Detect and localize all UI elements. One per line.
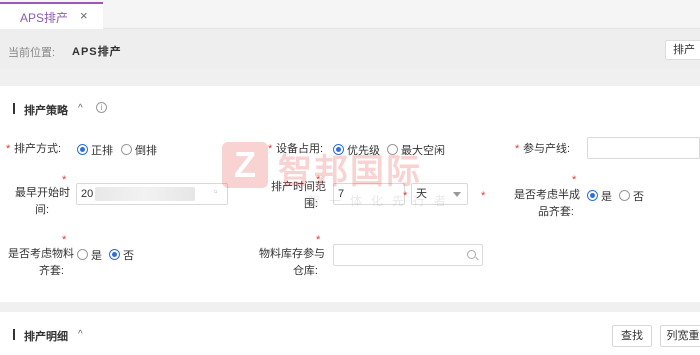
radio-material-no-label: 否 <box>123 250 134 262</box>
warehouse-label-2: 仓库: <box>292 265 318 277</box>
required-mark: * <box>62 174 67 186</box>
search-icon[interactable] <box>467 250 476 259</box>
range-input[interactable]: 7 <box>333 183 405 205</box>
range-label-2: 围: <box>303 198 318 210</box>
search-button[interactable]: 查找 <box>612 325 652 347</box>
required-mark: * <box>62 234 67 246</box>
tab-aps[interactable]: APS排产 × <box>0 2 103 29</box>
material-label-2: 齐套: <box>38 265 64 277</box>
breadcrumb-prefix: 当前位置: <box>8 47 56 59</box>
radio-equipment-idle-label: 最大空闲 <box>401 145 445 157</box>
required-mark: * <box>572 174 577 186</box>
breadcrumb: 当前位置: APS排产 排产 <box>0 29 700 70</box>
radio-mode-forward-label: 正排 <box>91 145 113 157</box>
close-icon[interactable]: × <box>80 8 88 23</box>
warehouse-input[interactable] <box>333 244 483 266</box>
section-marker <box>13 329 15 340</box>
earliest-start-label-2: 间: <box>34 204 50 216</box>
tab-label: APS排产 <box>20 11 69 25</box>
material-label-1: 是否考虑物料 <box>8 248 74 260</box>
required-mark: * <box>268 143 273 155</box>
radio-equipment-priority[interactable] <box>333 144 344 155</box>
radio-semi-no[interactable] <box>619 190 630 201</box>
radio-semi-no-label: 否 <box>633 191 644 203</box>
range-label-1: 排产时间范 <box>271 181 326 193</box>
radio-semi-yes[interactable] <box>587 190 598 201</box>
radio-semi-yes-label: 是 <box>601 191 612 203</box>
strategy-panel: 排产策略 ^ i * 排产方式: 正排 倒排 * 设备占用: 优先级 最大空闲 … <box>0 86 700 302</box>
radio-material-no[interactable] <box>109 249 120 260</box>
lines-input[interactable] <box>587 137 700 159</box>
required-mark: * <box>515 143 520 155</box>
calendar-icon[interactable]: ▫ <box>214 187 218 198</box>
required-mark: * <box>403 190 408 202</box>
schedule-button[interactable]: 排产 <box>665 40 700 60</box>
earliest-start-label-1: 最早开始时 <box>15 187 70 199</box>
redacted-date <box>95 187 195 201</box>
required-mark: * <box>481 190 486 202</box>
collapse-arrow-icon[interactable]: ^ <box>78 329 83 340</box>
chevron-down-icon <box>453 192 461 197</box>
radio-mode-backward[interactable] <box>121 144 132 155</box>
radio-mode-backward-label: 倒排 <box>135 145 157 157</box>
page-title: APS排产 <box>72 46 122 58</box>
semi-label-2: 品齐套: <box>537 206 574 218</box>
required-mark: * <box>316 234 321 246</box>
radio-equipment-priority-label: 优先级 <box>347 145 380 157</box>
range-unit-value: 天 <box>416 188 427 200</box>
radio-mode-forward[interactable] <box>77 144 88 155</box>
section-marker <box>13 103 15 114</box>
equipment-label: 设备占用: <box>276 143 324 155</box>
detail-title: 排产明细 <box>24 331 68 343</box>
warehouse-label-1: 物料库存参与 <box>259 248 325 260</box>
radio-equipment-idle[interactable] <box>387 144 398 155</box>
mode-label: 排产方式: <box>14 143 62 155</box>
tab-bar: APS排产 × <box>0 0 700 29</box>
required-mark: * <box>6 143 11 155</box>
strategy-title: 排产策略 <box>24 105 68 117</box>
detail-panel: 排产明细 ^ 查找 列宽重 <box>0 312 700 355</box>
collapse-arrow-icon[interactable]: ^ <box>78 103 83 114</box>
lines-label: 参与产线: <box>523 143 571 155</box>
radio-material-yes[interactable] <box>77 249 88 260</box>
column-width-button[interactable]: 列宽重 <box>660 325 700 347</box>
info-icon[interactable]: i <box>96 102 107 113</box>
semi-label-1: 是否考虑半成 <box>514 189 580 201</box>
radio-material-yes-label: 是 <box>91 250 102 262</box>
